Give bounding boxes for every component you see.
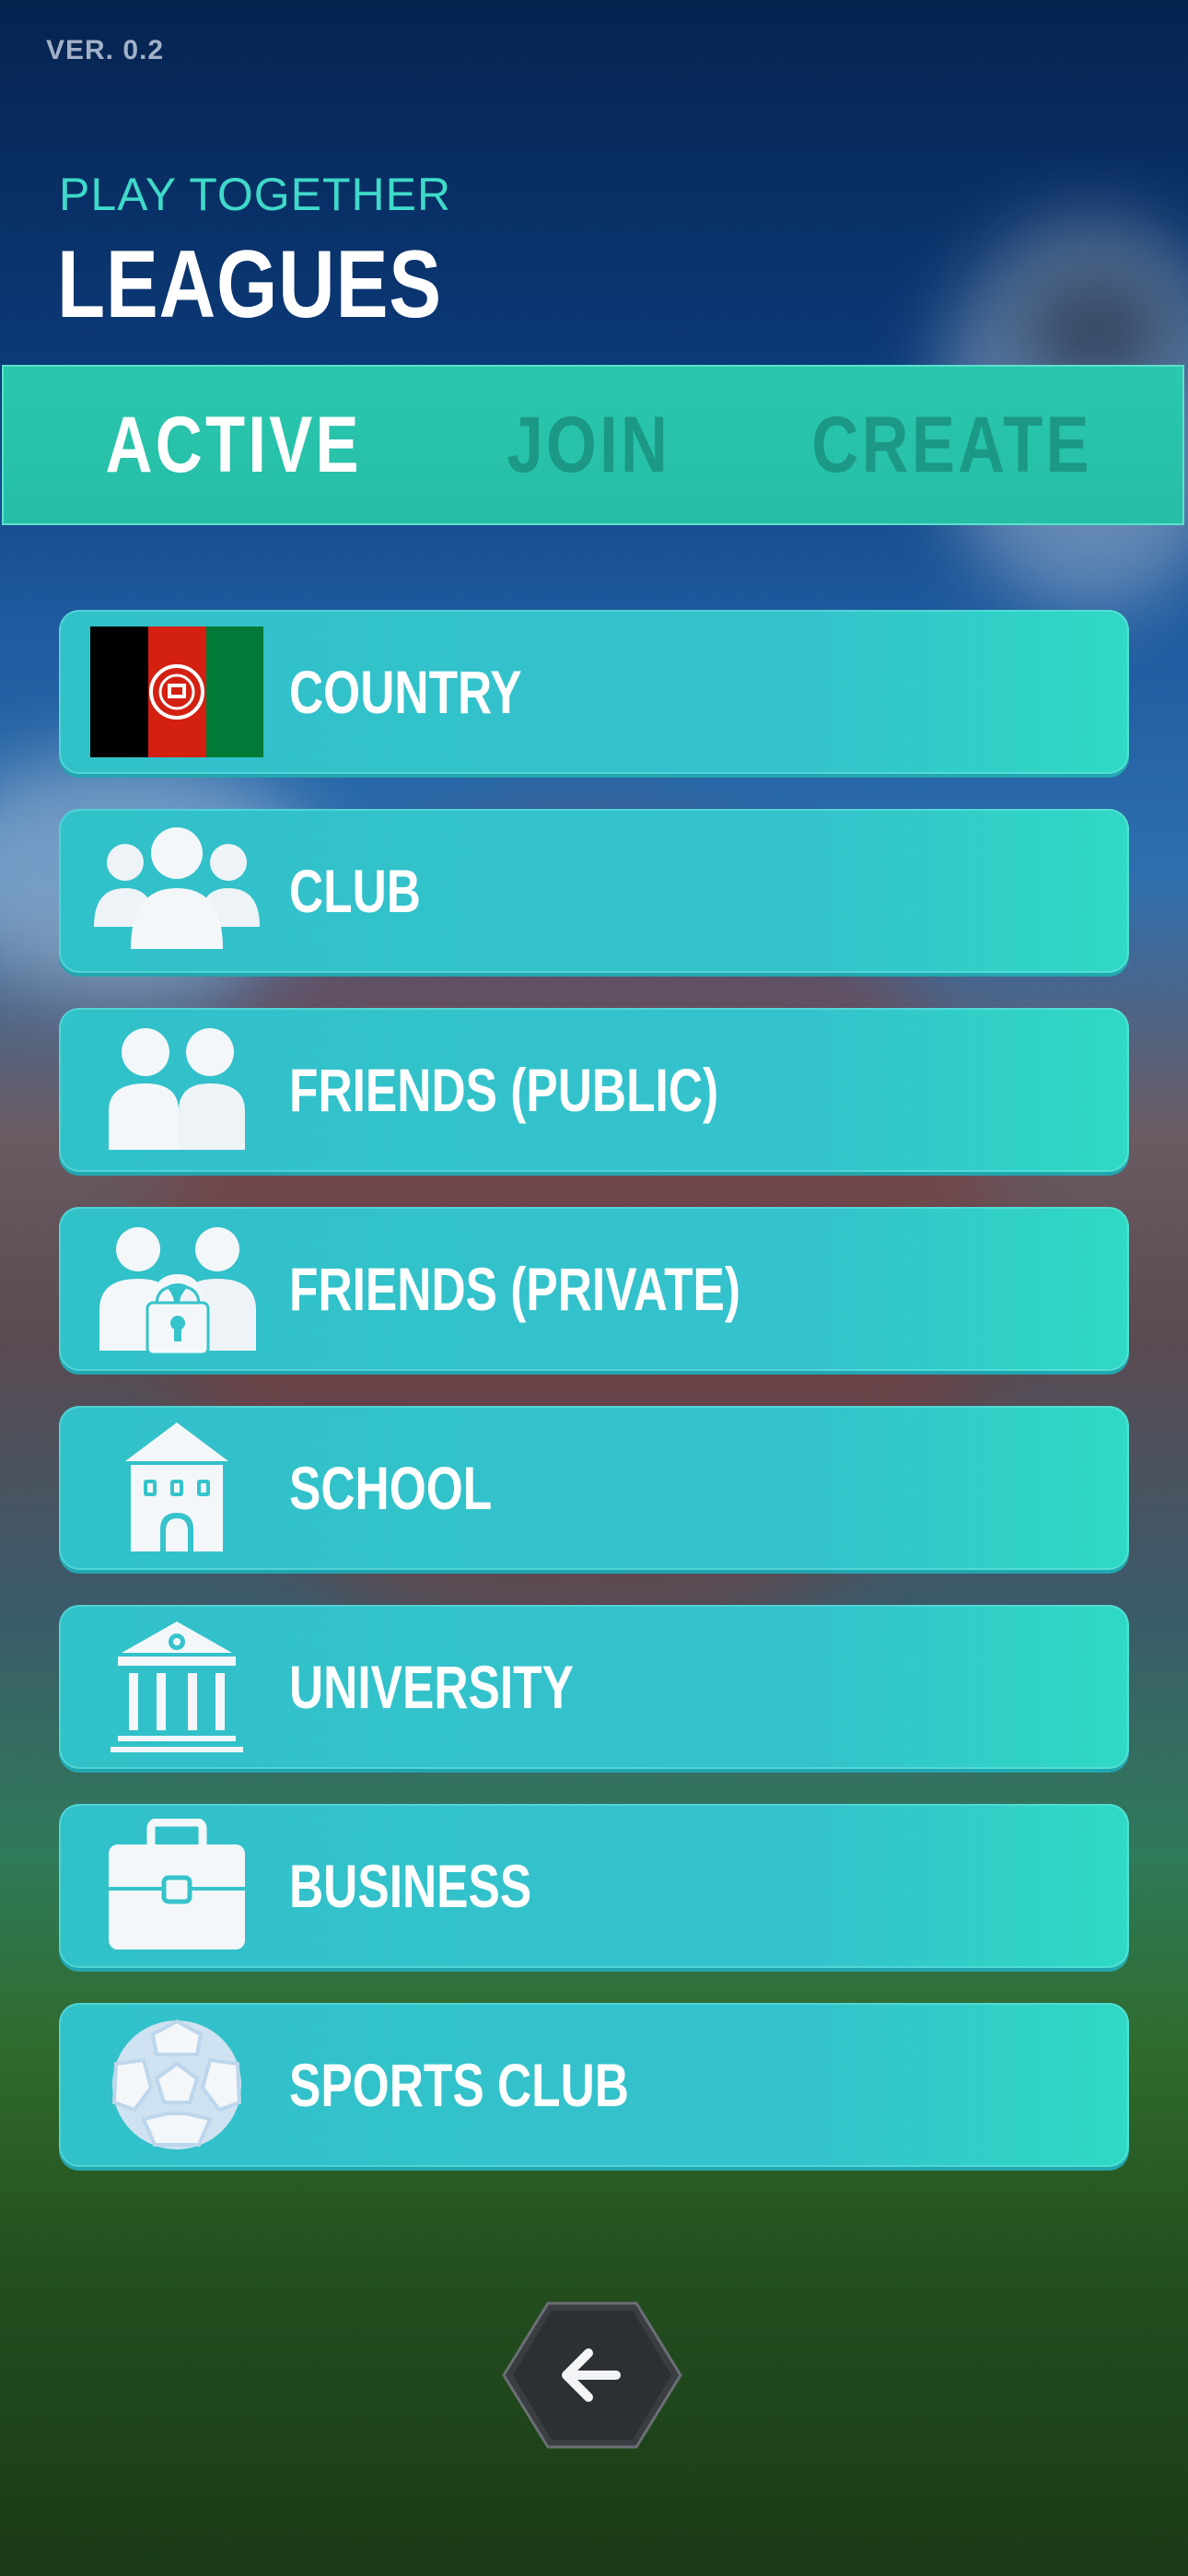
league-item-sports-club[interactable]: SPORTS CLUB [59,2003,1129,2167]
league-item-label: UNIVERSITY [289,1653,574,1721]
group-icon [90,824,263,958]
league-item-business[interactable]: BUSINESS [59,1804,1129,1968]
tab-active[interactable]: ACTIVE [59,367,409,523]
league-item-university[interactable]: UNIVERSITY [59,1605,1129,1769]
page-subtitle: PLAY TOGETHER [59,169,452,220]
briefcase-icon [90,1819,263,1953]
two-people-icon [90,1023,263,1157]
afghanistan-flag-icon [90,625,263,759]
league-item-label: FRIENDS (PRIVATE) [289,1255,741,1323]
league-item-label: SCHOOL [289,1454,493,1522]
soccer-ball-icon [90,2018,263,2152]
league-item-label: BUSINESS [289,1852,532,1920]
two-people-lock-icon [90,1222,263,1356]
tab-join[interactable]: JOIN [437,367,740,523]
league-item-label: COUNTRY [289,658,522,726]
page-title: LEAGUES [57,231,442,338]
back-button[interactable] [502,2300,682,2451]
tab-bar: ACTIVE JOIN CREATE [2,365,1184,525]
version-label: VER. 0.2 [46,35,165,65]
league-item-label: CLUB [289,857,421,925]
arrow-left-icon [552,2335,633,2416]
league-item-school[interactable]: SCHOOL [59,1406,1129,1570]
league-item-friends-private[interactable]: FRIENDS (PRIVATE) [59,1207,1129,1371]
league-item-country[interactable]: COUNTRY [59,610,1129,774]
league-item-friends-public[interactable]: FRIENDS (PUBLIC) [59,1008,1129,1172]
tab-create[interactable]: CREATE [777,367,1127,523]
school-building-icon [90,1421,263,1555]
league-item-label: SPORTS CLUB [289,2051,629,2119]
league-item-club[interactable]: CLUB [59,809,1129,973]
league-item-label: FRIENDS (PUBLIC) [289,1056,719,1124]
university-building-icon [90,1620,263,1754]
